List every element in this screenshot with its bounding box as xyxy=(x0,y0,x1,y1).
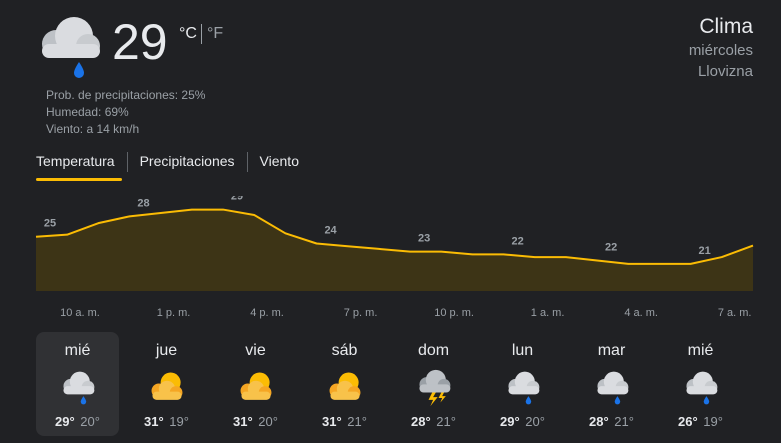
day-forecast-2[interactable]: vie 31° 20° xyxy=(214,332,297,436)
partly-sunny-icon xyxy=(329,372,360,400)
day-high: 29° xyxy=(500,414,520,429)
day-low: 21° xyxy=(343,414,367,429)
fahrenheit-unit[interactable]: °F xyxy=(207,25,223,43)
day-high: 31° xyxy=(322,414,342,429)
day-temperatures: 26° 19° xyxy=(659,414,742,429)
day-name: mié xyxy=(64,342,91,359)
day-forecast-0[interactable]: mié 29° 20° xyxy=(36,332,119,436)
daily-forecast: mié 29° 20° jue 31° 19° vie 31° 20° sáb 31° 21°… xyxy=(36,332,748,436)
day-forecast-1[interactable]: jue 31° 19° xyxy=(125,332,208,436)
day-forecast-7[interactable]: mié 26° 19° xyxy=(659,332,742,436)
day-high: 26° xyxy=(678,414,698,429)
temperature-data-label: 29 xyxy=(231,196,243,203)
weather-title: Clima xyxy=(699,15,753,38)
day-name: lun xyxy=(511,342,534,359)
day-high: 31° xyxy=(144,414,164,429)
day-temperatures: 31° 21° xyxy=(303,414,386,429)
temperature-data-label: 22 xyxy=(511,235,523,247)
tab-divider xyxy=(246,152,248,172)
day-high: 31° xyxy=(233,414,253,429)
day-name: mar xyxy=(597,342,626,359)
unit-switch: °C °F xyxy=(179,24,223,44)
temperature-data-label: 24 xyxy=(324,225,337,237)
day-forecast-3[interactable]: sáb 31° 21° xyxy=(303,332,386,436)
location-header: Clima miércoles Llovizna xyxy=(689,14,753,82)
temperature-data-label: 23 xyxy=(418,233,430,245)
time-tick-label: 4 p. m. xyxy=(250,307,284,319)
day-temperatures: 31° 19° xyxy=(125,414,208,429)
time-tick-label: 10 a. m. xyxy=(60,307,100,319)
humidity: Humedad: 69% xyxy=(46,105,129,119)
day-name: sáb xyxy=(331,342,358,359)
tab-divider xyxy=(126,152,128,172)
day-low: 20° xyxy=(254,414,278,429)
cloud-drizzle-icon xyxy=(685,371,717,405)
time-tick-label: 1 p. m. xyxy=(157,307,191,319)
time-tick-label: 7 p. m. xyxy=(344,307,378,319)
partly-sunny-icon xyxy=(151,372,182,400)
thunderstorm-icon xyxy=(418,369,450,407)
day-high: 28° xyxy=(589,414,609,429)
day-forecast-6[interactable]: mar 28° 21° xyxy=(570,332,653,436)
current-condition: Llovizna xyxy=(697,63,753,80)
chart-tabs: Temperatura Precipitaciones Viento xyxy=(36,150,299,174)
temperature-chart[interactable]: 25 28 29 24 23 22 22 21 10 a. m. 1 p. m. 4 p. m. 7… xyxy=(0,196,781,321)
day-name: mié xyxy=(687,342,714,359)
day-low: 19° xyxy=(165,414,189,429)
day-temperatures: 31° 20° xyxy=(214,414,297,429)
tab-wind[interactable]: Viento xyxy=(260,150,299,174)
day-low: 21° xyxy=(432,414,456,429)
current-day: miércoles xyxy=(688,42,753,59)
day-low: 19° xyxy=(699,414,723,429)
current-temperature: 29 xyxy=(112,14,168,70)
temperature-data-label: 21 xyxy=(699,245,711,257)
tab-temperature[interactable]: Temperatura xyxy=(36,150,115,174)
day-forecast-5[interactable]: lun 29° 20° xyxy=(481,332,564,436)
day-low: 20° xyxy=(76,414,100,429)
cloud-drizzle-icon xyxy=(62,371,94,405)
day-low: 21° xyxy=(610,414,634,429)
time-tick-label: 1 a. m. xyxy=(531,307,565,319)
time-tick-label: 4 a. m. xyxy=(624,307,658,319)
time-tick-label: 10 p. m. xyxy=(434,307,474,319)
wind-speed: Viento: a 14 km/h xyxy=(46,122,140,136)
tab-precipitation[interactable]: Precipitaciones xyxy=(140,150,235,174)
day-temperatures: 28° 21° xyxy=(392,414,475,429)
selected-tab-indicator xyxy=(36,178,122,181)
unit-divider xyxy=(200,24,202,44)
day-high: 29° xyxy=(55,414,75,429)
day-low: 20° xyxy=(521,414,545,429)
temperature-data-label: 28 xyxy=(137,197,149,209)
cloud-drizzle-icon xyxy=(596,371,628,405)
temperature-data-label: 22 xyxy=(605,241,617,253)
precipitation-probability: Prob. de precipitaciones: 25% xyxy=(46,88,206,102)
day-high: 28° xyxy=(411,414,431,429)
cloud-drizzle-icon xyxy=(42,17,100,78)
day-temperatures: 28° 21° xyxy=(570,414,653,429)
day-temperatures: 29° 20° xyxy=(36,414,119,429)
celsius-unit[interactable]: °C xyxy=(179,25,197,43)
temperature-data-label: 25 xyxy=(44,218,56,230)
partly-sunny-icon xyxy=(240,372,271,400)
day-temperatures: 29° 20° xyxy=(481,414,564,429)
time-tick-label: 7 a. m. xyxy=(718,307,752,319)
cloud-drizzle-icon xyxy=(507,371,539,405)
day-name: vie xyxy=(245,342,266,359)
day-name: dom xyxy=(417,342,450,359)
day-name: jue xyxy=(155,342,178,359)
day-forecast-4[interactable]: dom 28° 21° xyxy=(392,332,475,436)
